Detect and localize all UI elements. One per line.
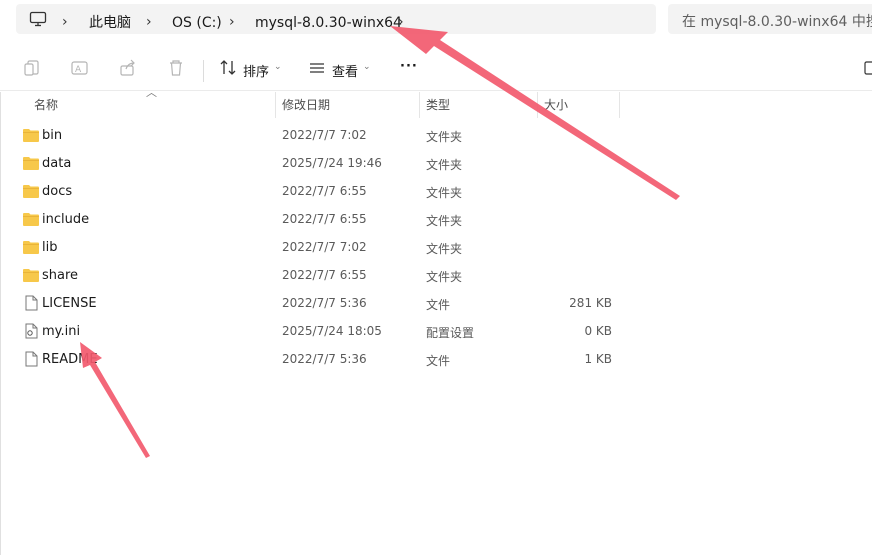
chevron-down-icon: ⌄ xyxy=(363,62,371,72)
file-type: 文件夹 xyxy=(426,214,463,228)
file-type: 文件 xyxy=(426,354,451,368)
file-type: 配置设置 xyxy=(426,326,475,340)
file-name: include xyxy=(42,212,90,227)
search-input[interactable]: 在 mysql-8.0.30-winx64 中搜索 xyxy=(668,4,872,34)
chevron-down-icon: ⌄ xyxy=(274,62,282,72)
chevron-right-icon: › xyxy=(146,14,152,30)
file-row[interactable]: README 2022/7/7 5:36 文件 1 KB xyxy=(16,346,636,374)
file-name: data xyxy=(42,156,72,171)
column-divider[interactable] xyxy=(275,92,276,118)
file-date: 2022/7/7 7:02 xyxy=(282,240,367,254)
copy-icon[interactable] xyxy=(22,58,42,78)
file-name: LICENSE xyxy=(42,296,97,311)
file-date: 2022/7/7 6:55 xyxy=(282,212,367,226)
folder-icon xyxy=(23,185,39,198)
computer-icon xyxy=(29,11,47,27)
file-name: docs xyxy=(42,184,73,199)
column-divider[interactable] xyxy=(419,92,420,118)
address-bar-row: › 此电脑 › OS (C:) › mysql-8.0.30-winx64 › … xyxy=(0,0,872,40)
share-icon[interactable] xyxy=(118,58,138,78)
file-row[interactable]: include 2022/7/7 6:55 文件夹 xyxy=(16,206,636,234)
file-date: 2022/7/7 5:36 xyxy=(282,352,367,366)
folder-icon xyxy=(23,241,39,254)
address-bar[interactable]: › 此电脑 › OS (C:) › mysql-8.0.30-winx64 › xyxy=(16,4,656,34)
folder-icon xyxy=(23,129,39,142)
folder-icon xyxy=(23,269,39,282)
folder-icon xyxy=(23,213,39,226)
chevron-right-icon[interactable]: › xyxy=(398,14,404,30)
view-button[interactable]: 查看 xyxy=(332,61,358,80)
chevron-right-icon: › xyxy=(229,14,235,30)
svg-text:A: A xyxy=(75,65,82,75)
view-icon xyxy=(310,63,324,73)
more-options-button[interactable]: ··· xyxy=(400,59,418,74)
column-header-size[interactable]: 大小 xyxy=(544,96,568,113)
sort-ascending-icon: ︿ xyxy=(146,86,157,99)
breadcrumb-mysql-folder[interactable]: mysql-8.0.30-winx64 xyxy=(255,15,402,31)
file-row[interactable]: lib 2022/7/7 7:02 文件夹 xyxy=(16,234,636,262)
file-size: 0 KB xyxy=(584,324,612,338)
file-row[interactable]: data 2025/7/24 19:46 文件夹 xyxy=(16,150,636,178)
toolbar-divider xyxy=(203,60,204,82)
file-type: 文件 xyxy=(426,298,451,312)
file-name: README xyxy=(42,352,98,367)
file-name: my.ini xyxy=(42,324,81,339)
file-date: 2022/7/7 6:55 xyxy=(282,184,367,198)
column-header-date[interactable]: 修改日期 xyxy=(282,96,330,113)
file-type: 文件夹 xyxy=(426,186,463,200)
file-name: bin xyxy=(42,128,63,143)
chevron-right-icon: › xyxy=(62,14,68,30)
search-placeholder: 在 mysql-8.0.30-winx64 中搜索 xyxy=(682,14,872,30)
sort-icon xyxy=(220,60,236,75)
file-date: 2025/7/24 18:05 xyxy=(282,324,382,338)
file-name: share xyxy=(42,268,79,283)
file-row[interactable]: LICENSE 2022/7/7 5:36 文件 281 KB xyxy=(16,290,636,318)
nav-pane-border xyxy=(0,92,1,555)
file-size: 281 KB xyxy=(569,296,612,310)
file-type: 文件夹 xyxy=(426,158,463,172)
file-type: 文件夹 xyxy=(426,270,463,284)
file-row[interactable]: docs 2022/7/7 6:55 文件夹 xyxy=(16,178,636,206)
rename-icon[interactable]: A xyxy=(70,58,90,78)
file-date: 2022/7/7 6:55 xyxy=(282,268,367,282)
toolbar-divider-line xyxy=(0,90,872,91)
command-toolbar: A 排序 ⌄ 查看 ⌄ ··· xyxy=(0,48,872,88)
file-date: 2022/7/7 5:36 xyxy=(282,296,367,310)
sort-button[interactable]: 排序 xyxy=(243,61,269,80)
file-date: 2022/7/7 7:02 xyxy=(282,128,367,142)
file-icon xyxy=(25,351,38,367)
settings-file-icon xyxy=(25,323,38,339)
column-divider[interactable] xyxy=(619,92,620,118)
file-type: 文件夹 xyxy=(426,130,463,144)
breadcrumb-drive-c[interactable]: OS (C:) xyxy=(172,15,222,31)
delete-icon[interactable] xyxy=(166,58,186,78)
file-row[interactable]: share 2022/7/7 6:55 文件夹 xyxy=(16,262,636,290)
file-name: lib xyxy=(42,240,58,255)
folder-icon xyxy=(23,157,39,170)
file-row[interactable]: bin 2022/7/7 7:02 文件夹 xyxy=(16,122,636,150)
column-header-type[interactable]: 类型 xyxy=(426,96,450,113)
column-divider[interactable] xyxy=(537,92,538,118)
file-size: 1 KB xyxy=(584,352,612,366)
file-type: 文件夹 xyxy=(426,242,463,256)
file-date: 2025/7/24 19:46 xyxy=(282,156,382,170)
details-pane-icon[interactable] xyxy=(862,58,872,78)
file-row[interactable]: my.ini 2025/7/24 18:05 配置设置 0 KB xyxy=(16,318,636,346)
column-header-name[interactable]: 名称 xyxy=(34,96,58,113)
breadcrumb-this-pc[interactable]: 此电脑 xyxy=(89,15,131,31)
file-icon xyxy=(25,295,38,311)
